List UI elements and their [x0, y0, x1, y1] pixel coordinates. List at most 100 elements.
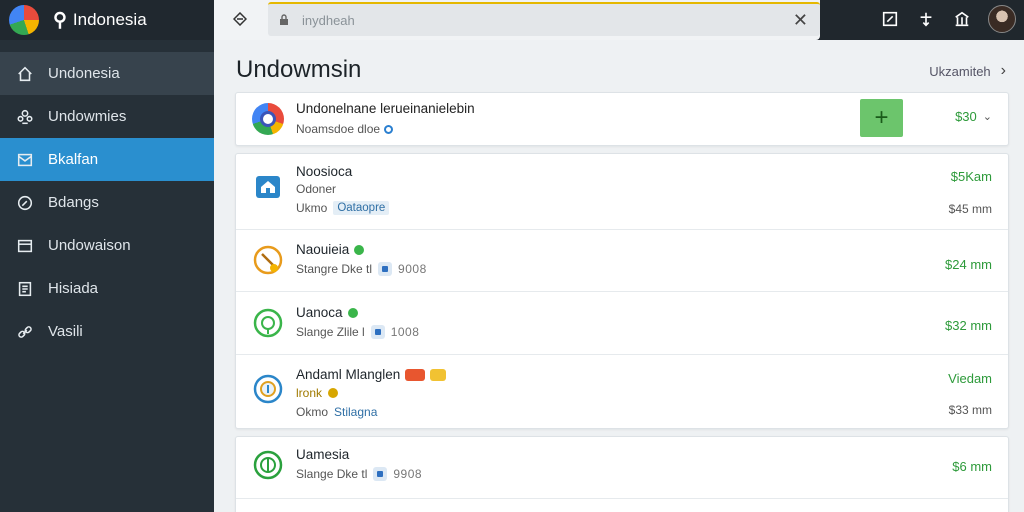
- item-sub-text: lronk: [296, 386, 323, 400]
- sidebar-nav: Undonesia Undowmies Bkalfan Bdangs Undow…: [0, 52, 214, 353]
- list-item[interactable]: Uamesia Slange Dke tl 9908 $6 mm: [236, 437, 1008, 499]
- item-title-text: Uanoca: [296, 305, 343, 320]
- yellow-badge-icon: [430, 368, 447, 381]
- item-subtitle: Slange Zlile l 1008: [296, 325, 419, 339]
- chevron-down-icon: ⌄: [982, 111, 992, 123]
- page-title: Undowmsin: [236, 56, 362, 83]
- item-amount: $45 mm: [948, 202, 992, 216]
- status-dot-icon: [354, 244, 365, 255]
- top-bar: inydheah ✕: [214, 0, 1024, 40]
- list-item[interactable]: Andaml Mlanglen lronk Okmo Stilagna Vied…: [236, 355, 1008, 430]
- item-sub-text: Odoner: [296, 182, 337, 196]
- item-sub-text: Stangre Dke tl: [296, 262, 373, 276]
- chip-icon: [370, 325, 385, 339]
- item-subtitle: Slange Dke tl 9908: [296, 467, 422, 481]
- brand-name: ⚲ Indonesia: [53, 9, 147, 32]
- list-item[interactable]: Uanoca Slange Zlile l 1008 $32 mm: [236, 292, 1008, 355]
- items-list-secondary: Uamesia Slange Dke tl 9908 $6 mm: [235, 436, 1009, 512]
- item-subtitle: Odoner: [296, 182, 336, 196]
- summary-price-dropdown[interactable]: $30 ⌄: [955, 109, 992, 124]
- sidebar-item-bkalfan[interactable]: Bkalfan: [0, 138, 214, 181]
- sidebar-item-hisiada[interactable]: Hisiada: [0, 267, 214, 310]
- item-sub-text: Slange Zlile l: [296, 325, 365, 339]
- sidebar-item-undowmies[interactable]: Undowmies: [0, 95, 214, 138]
- item-title: Noosioca: [296, 164, 352, 179]
- summary-subtitle-text: Noamsdoe dloe: [296, 122, 381, 136]
- item-number: 1008: [390, 325, 420, 339]
- item-price: $24 mm: [945, 257, 992, 272]
- sidebar: ⚲ Indonesia Undonesia Undowmies Bkalfan …: [0, 0, 214, 512]
- top-icon-group: [880, 5, 1016, 33]
- chevron-right-icon: ›: [1000, 62, 1006, 79]
- lock-icon: [280, 14, 288, 25]
- status-dot-icon: [328, 388, 339, 398]
- sidebar-item-label: Bdangs: [48, 194, 99, 211]
- item-meta-prefix: Okmo: [296, 405, 329, 419]
- item-number: 9008: [398, 262, 427, 276]
- leaf-icon: [252, 307, 284, 339]
- add-button[interactable]: +: [860, 99, 903, 137]
- diamond-nav-icon[interactable]: [228, 8, 252, 30]
- wrench-icon: [252, 244, 284, 276]
- sidebar-item-label: Vasili: [48, 323, 83, 340]
- summary-title: Undonelnane lerueinanielebin: [296, 101, 475, 116]
- item-price: $6 mm: [952, 459, 992, 474]
- compass-icon: [14, 192, 36, 214]
- item-title-text: Noosioca: [296, 164, 353, 179]
- link-icon: [14, 321, 36, 343]
- sidebar-item-label: Undowmies: [48, 108, 127, 125]
- chip-icon: [373, 467, 388, 481]
- item-meta: Okmo Stilagna: [296, 405, 377, 419]
- card-icon: [14, 235, 36, 257]
- address-text: inydheah: [302, 12, 355, 28]
- sidebar-item-label: Undowaison: [48, 237, 131, 254]
- house-icon: [252, 170, 284, 202]
- inbox-icon: [14, 149, 36, 171]
- bank-icon[interactable]: [952, 9, 972, 29]
- brand-bar: ⚲ Indonesia: [0, 0, 214, 40]
- list-item[interactable]: Noosioca Odoner Ukmo Oataopre $5Kam $45 …: [236, 154, 1008, 230]
- item-sub-text: Slange Dke tl: [296, 467, 368, 481]
- item-title-text: Andaml Mlanglen: [296, 367, 401, 382]
- item-tag: Stilagna: [334, 405, 378, 419]
- item-meta-prefix: Ukmo: [296, 201, 328, 215]
- item-price: $32 mm: [945, 318, 992, 333]
- item-status: Viedam: [948, 371, 992, 386]
- chip-icon: [378, 262, 393, 276]
- list-item[interactable]: Naouieia Stangre Dke tl 9008 $24 mm: [236, 230, 1008, 292]
- item-title-text: Uamesia: [296, 447, 350, 462]
- items-list: Noosioca Odoner Ukmo Oataopre $5Kam $45 …: [235, 153, 1009, 429]
- sidebar-item-undonesia[interactable]: Undonesia: [0, 52, 214, 95]
- app-logo-icon[interactable]: [9, 5, 39, 35]
- status-dot-icon: [347, 307, 358, 318]
- address-input[interactable]: inydheah ✕: [268, 2, 820, 36]
- brand-label: Indonesia: [72, 10, 147, 29]
- item-title: Uanoca: [296, 305, 358, 320]
- info-icon: [252, 373, 284, 405]
- brand-c-icon: ⚲: [53, 9, 67, 31]
- summary-subtitle: Noamsdoe dloe: [296, 122, 394, 136]
- sidebar-item-bdangs[interactable]: Bdangs: [0, 181, 214, 224]
- item-title: Andaml Mlanglen: [296, 367, 447, 382]
- sidebar-item-vasili[interactable]: Vasili: [0, 310, 214, 353]
- main-content: Undowmsin Ukzamiteh › Undonelnane leruei…: [214, 40, 1024, 512]
- item-subtitle: lronk: [296, 386, 339, 400]
- item-subtitle: Stangre Dke tl 9008: [296, 262, 427, 276]
- sidebar-item-label: Hisiada: [48, 280, 99, 297]
- breadcrumb[interactable]: Ukzamiteh ›: [929, 62, 1006, 80]
- status-dot-icon: [384, 124, 394, 134]
- item-meta: Ukmo Oataopre: [296, 201, 390, 215]
- item-number: 9908: [393, 467, 423, 481]
- home-icon: [14, 63, 36, 85]
- item-title-text: Naouieia: [296, 242, 350, 257]
- sidebar-item-undowaison[interactable]: Undowaison: [0, 224, 214, 267]
- summary-card: Undonelnane lerueinanielebin Noamsdoe dl…: [235, 92, 1009, 146]
- screen-icon[interactable]: [880, 9, 900, 29]
- summary-logo-icon: [252, 103, 284, 135]
- red-badge-icon: [405, 368, 426, 381]
- avatar[interactable]: [988, 5, 1016, 33]
- summary-price: $30: [955, 109, 977, 124]
- users-icon: [14, 106, 36, 128]
- close-icon[interactable]: ✕: [793, 10, 808, 31]
- share-icon[interactable]: [916, 9, 936, 29]
